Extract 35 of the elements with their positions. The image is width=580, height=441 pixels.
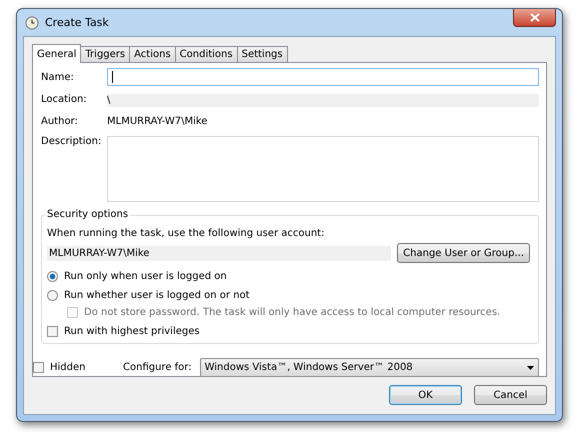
close-button[interactable]: [513, 9, 556, 27]
radio-button[interactable]: [47, 271, 58, 282]
account-value: MLMURRAY-W7\Mike: [47, 246, 392, 260]
field-label: Description:: [41, 136, 102, 147]
close-icon: [530, 13, 540, 22]
tab[interactable]: Settings: [236, 46, 288, 62]
option-label: Do not store password. The task will only have access to local computer resources.: [84, 307, 500, 318]
field-label: Location:: [41, 94, 88, 104]
dialog-button[interactable]: Cancel: [474, 385, 547, 405]
group-title: Security options: [45, 209, 130, 220]
checkbox[interactable]: [47, 326, 58, 337]
dropdown[interactable]: Windows Vista™, Windows Server™ 2008: [200, 358, 539, 377]
dialog-button[interactable]: OK: [389, 385, 462, 405]
clock-icon: [25, 16, 39, 30]
option-label: Run only when user is logged on: [64, 271, 227, 282]
account-prompt: When running the task, use the following user account:: [47, 228, 326, 239]
field-label: Name:: [41, 72, 75, 82]
tab[interactable]: Triggers: [80, 46, 130, 62]
field-value: MLMURRAY-W7\Mike: [107, 115, 208, 129]
text-area[interactable]: [107, 136, 539, 202]
change-user-button[interactable]: Change User or Group...: [397, 243, 530, 263]
input-field[interactable]: [107, 68, 539, 86]
option-label: Hidden: [50, 362, 86, 373]
field-label: Author:: [41, 116, 79, 127]
option-label: Run whether user is logged on or not: [64, 290, 250, 301]
field-value: \: [107, 94, 539, 107]
field-label: Configure for:: [123, 362, 192, 373]
tab[interactable]: Conditions: [174, 46, 238, 62]
tab[interactable]: Actions: [129, 46, 176, 62]
option-label: Run with highest privileges: [64, 326, 200, 337]
window-title: Create Task: [45, 16, 110, 29]
checkbox[interactable]: [33, 362, 44, 373]
tab[interactable]: General: [32, 44, 82, 63]
dropdown-arrow-icon: [527, 366, 534, 370]
radio-button[interactable]: [47, 290, 58, 301]
